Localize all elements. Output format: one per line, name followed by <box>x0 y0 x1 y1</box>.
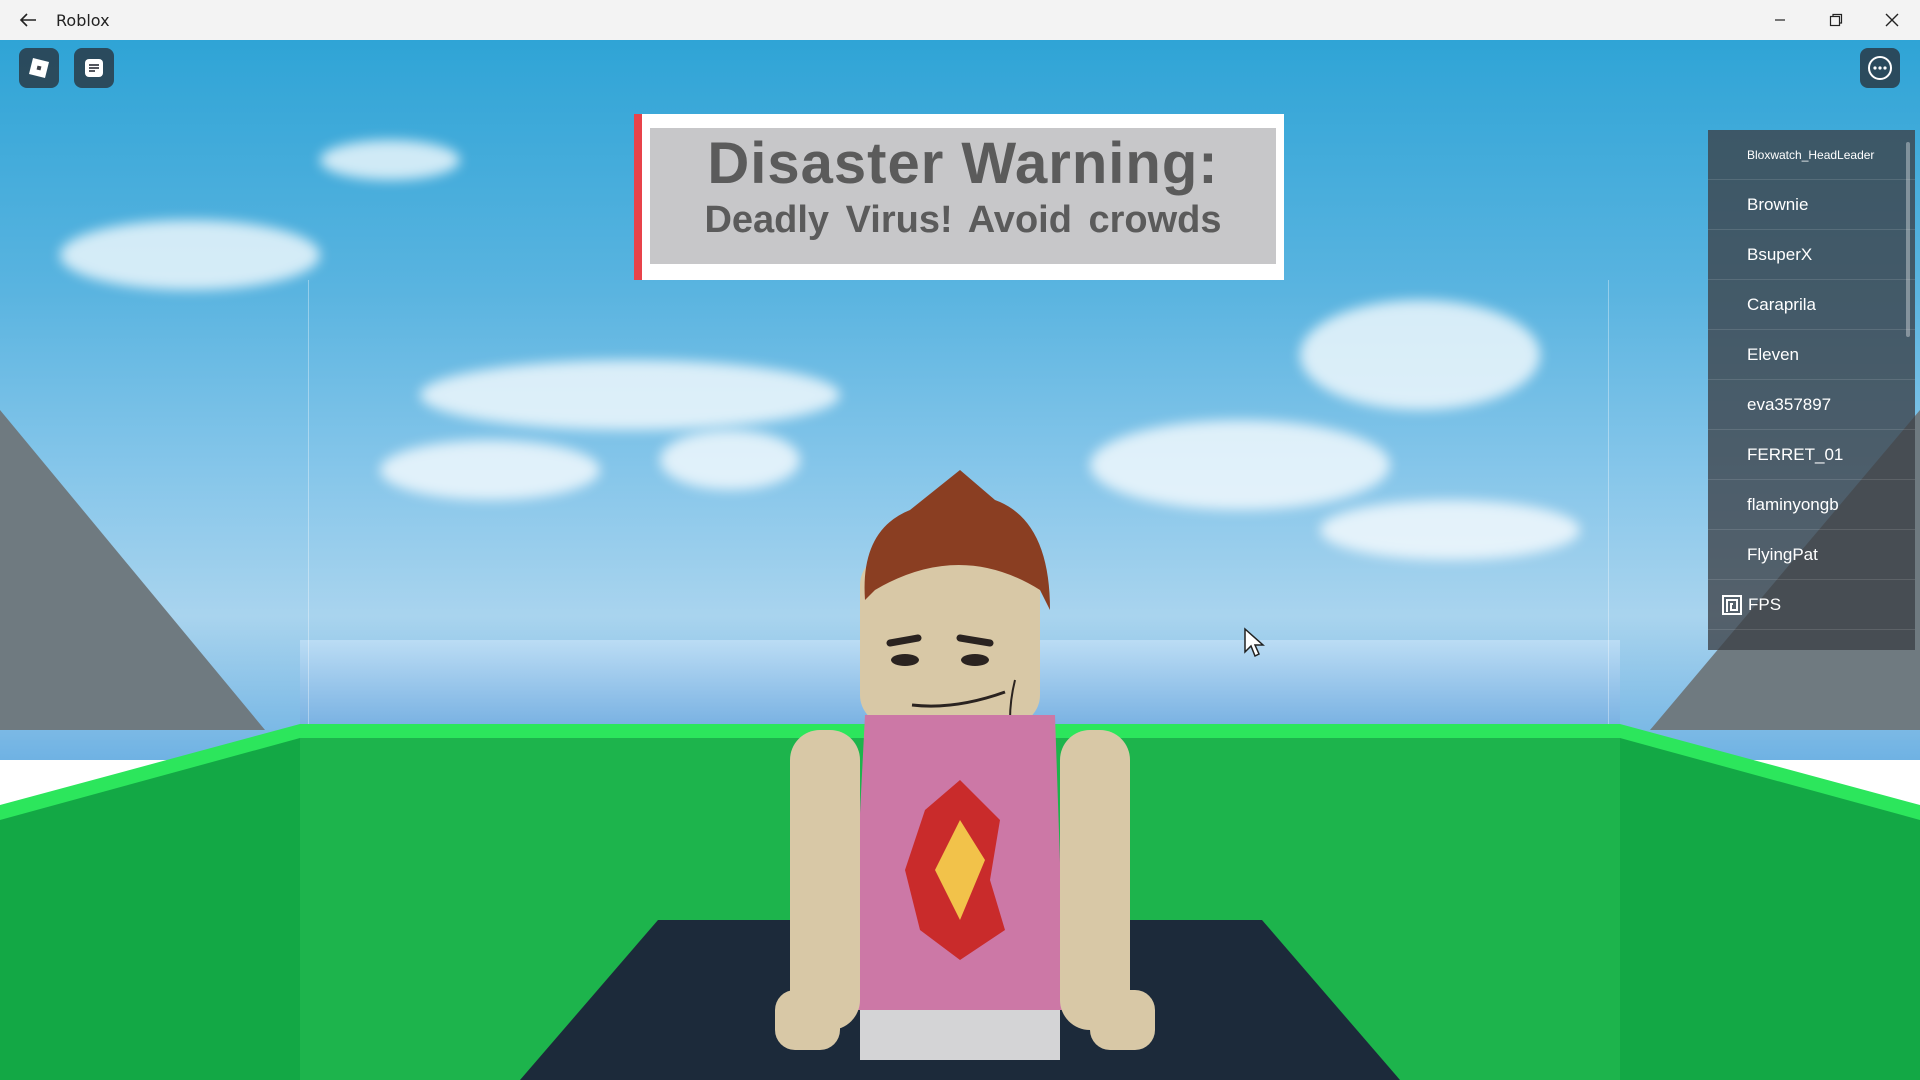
roblox-logo-icon[interactable] <box>19 48 59 88</box>
player-list-scrollbar[interactable] <box>1906 142 1910 337</box>
player-name: FPS <box>1748 594 1782 614</box>
minimize-icon[interactable] <box>1752 0 1808 40</box>
close-icon[interactable] <box>1864 0 1920 40</box>
window-controls <box>1752 0 1920 40</box>
right-wall <box>1620 728 1920 1080</box>
chat-icon[interactable] <box>74 48 114 88</box>
mouse-cursor-icon <box>1244 627 1265 658</box>
player-name: Bloxwatch_HeadLeader <box>1747 147 1875 162</box>
player-list-item[interactable]: BsuperX <box>1708 230 1915 280</box>
banner-subtitle: Deadly Virus! Avoid crowds <box>704 199 1222 241</box>
window-title: Roblox <box>56 10 110 30</box>
player-list-item[interactable]: Bloxwatch_HeadLeader <box>1708 130 1915 180</box>
player-name: Caraprila <box>1747 294 1816 314</box>
player-list-item[interactable]: FERRET_01 <box>1708 430 1915 480</box>
player-list-item[interactable]: flaminyongb <box>1708 480 1915 530</box>
player-name: Brownie <box>1747 194 1809 214</box>
window-titlebar: Roblox <box>0 0 1920 40</box>
more-options-icon[interactable] <box>1860 48 1900 88</box>
player-name: Eleven <box>1747 344 1799 364</box>
player-name: eva357897 <box>1747 394 1832 414</box>
player-list[interactable]: Bloxwatch_HeadLeader Brownie BsuperX Car… <box>1708 130 1915 650</box>
player-name: FERRET_01 <box>1747 444 1844 464</box>
premium-icon <box>1722 594 1742 615</box>
player-list-item[interactable]: FlyingPat <box>1708 530 1915 580</box>
game-viewport[interactable]: Disaster Warning: Deadly Virus! Avoid cr… <box>0 40 1920 1080</box>
left-wall <box>0 728 300 1080</box>
back-arrow-icon[interactable] <box>0 0 56 40</box>
disaster-warning-banner: Disaster Warning: Deadly Virus! Avoid cr… <box>634 114 1284 280</box>
banner-title: Disaster Warning: <box>707 131 1219 196</box>
banner-panel: Disaster Warning: Deadly Virus! Avoid cr… <box>650 128 1276 264</box>
player-list-item[interactable]: Caraprila <box>1708 280 1915 330</box>
player-list-item[interactable]: Brownie <box>1708 180 1915 230</box>
player-name: FlyingPat <box>1747 544 1818 564</box>
left-mountain <box>0 410 265 730</box>
player-name: BsuperX <box>1747 244 1813 264</box>
player-list-item[interactable]: FPS <box>1708 580 1915 630</box>
player-list-item[interactable]: Eleven <box>1708 330 1915 380</box>
player-list-item[interactable]: eva357897 <box>1708 380 1915 430</box>
restore-icon[interactable] <box>1808 0 1864 40</box>
player-avatar <box>775 470 1155 1060</box>
player-name: flaminyongb <box>1747 494 1839 514</box>
